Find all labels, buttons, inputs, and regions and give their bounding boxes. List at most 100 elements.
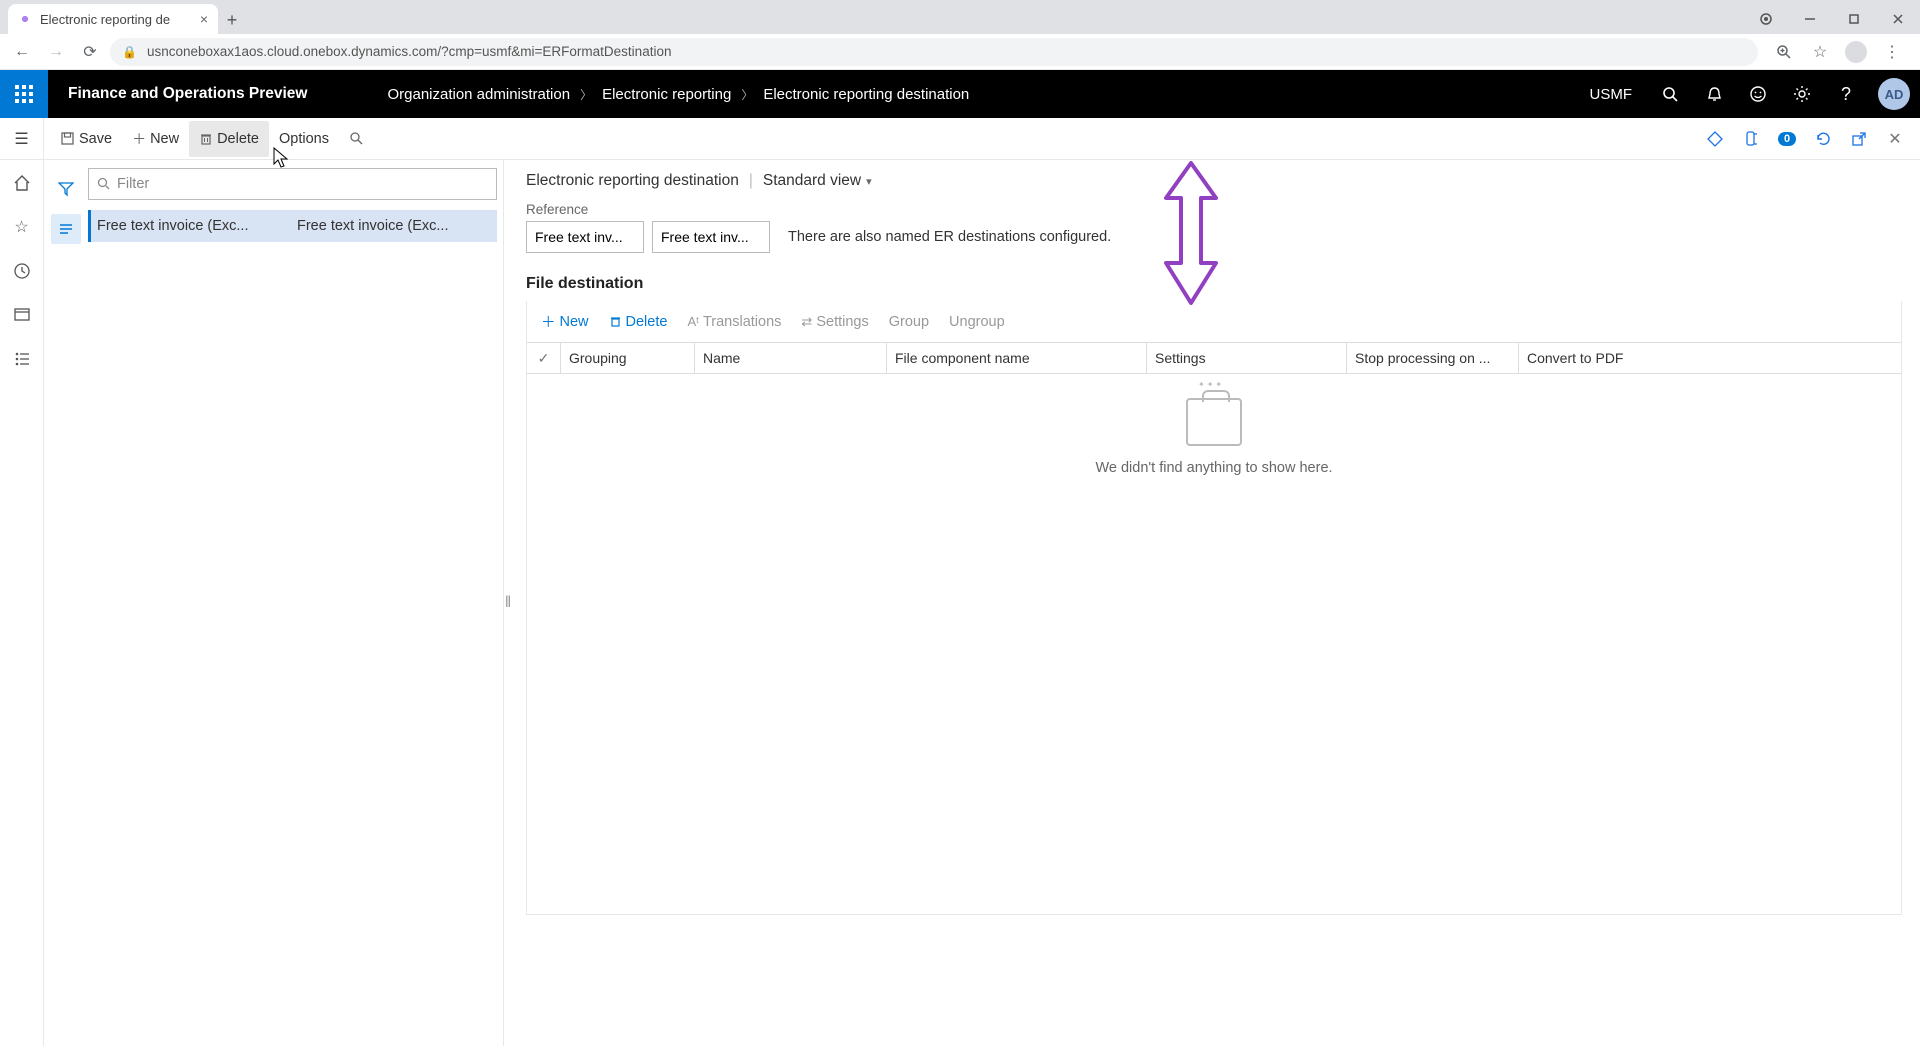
url-field[interactable]: 🔒 usnconeboxax1aos.cloud.onebox.dynamics… xyxy=(110,38,1758,66)
grid-settings-label: Settings xyxy=(816,314,868,330)
recent-icon[interactable] xyxy=(9,258,35,284)
breadcrumbs: Organization administration 〉 Electronic… xyxy=(327,86,969,103)
related-documents-icon[interactable] xyxy=(1698,122,1732,156)
grid-translations-label: Translations xyxy=(703,314,781,330)
col-stop[interactable]: Stop processing on ... xyxy=(1347,343,1519,373)
breadcrumb-item[interactable]: Electronic reporting xyxy=(602,86,731,103)
breadcrumb-item[interactable]: Organization administration xyxy=(387,86,570,103)
view-selector[interactable]: Standard view ▾ xyxy=(763,172,872,190)
grid-ungroup-label: Ungroup xyxy=(949,314,1005,330)
filter-input[interactable]: Filter xyxy=(88,168,497,200)
options-button[interactable]: Options xyxy=(269,121,339,157)
grid-ungroup-button[interactable]: Ungroup xyxy=(941,307,1013,336)
user-avatar[interactable]: AD xyxy=(1878,78,1910,110)
plus-icon: ＋ xyxy=(541,311,556,332)
company-picker[interactable]: USMF xyxy=(1574,86,1649,103)
filter-toggle-button[interactable] xyxy=(51,174,81,204)
profile-icon[interactable] xyxy=(1842,38,1870,66)
close-window-icon[interactable] xyxy=(1876,4,1920,34)
grid-settings-button[interactable]: ⇄ Settings xyxy=(793,307,876,336)
grid-new-button[interactable]: ＋ New xyxy=(533,307,597,336)
save-button[interactable]: Save xyxy=(50,121,122,157)
reload-button[interactable]: ⟳ xyxy=(76,38,104,66)
list-pane: Filter Free text invoice (Exc... Free te… xyxy=(44,160,504,1046)
col-settings[interactable]: Settings xyxy=(1147,343,1347,373)
lock-icon: 🔒 xyxy=(122,45,137,59)
list-toggle-button[interactable] xyxy=(51,214,81,244)
grid-new-label: New xyxy=(560,314,589,330)
back-button[interactable]: ← xyxy=(8,38,36,66)
refresh-icon[interactable] xyxy=(1806,122,1840,156)
title-separator: | xyxy=(749,172,753,190)
col-file-component[interactable]: File component name xyxy=(887,343,1147,373)
waffle-icon xyxy=(15,85,33,103)
browser-tab[interactable]: Electronic reporting de × xyxy=(8,4,218,34)
list-cell-1: Free text invoice (Exc... xyxy=(97,218,297,234)
bell-icon[interactable] xyxy=(1692,70,1736,118)
reference-message: There are also named ER destinations con… xyxy=(788,229,1111,245)
tab-favicon xyxy=(18,12,32,26)
view-name-label: Standard view xyxy=(763,172,861,190)
search-icon[interactable] xyxy=(1648,70,1692,118)
smiley-icon[interactable] xyxy=(1736,70,1780,118)
options-label: Options xyxy=(279,131,329,147)
left-nav-rail: ☆ xyxy=(0,160,44,1046)
notification-badge-icon[interactable]: 0 xyxy=(1770,122,1804,156)
nav-toggle-button[interactable]: ☰ xyxy=(0,118,44,160)
menu-icon[interactable]: ⋮ xyxy=(1878,38,1906,66)
badge-count: 0 xyxy=(1778,132,1796,146)
save-label: Save xyxy=(79,131,112,147)
tab-close-icon[interactable]: × xyxy=(200,11,208,27)
gear-icon[interactable] xyxy=(1780,70,1824,118)
chevron-down-icon: ▾ xyxy=(866,175,872,188)
maximize-icon[interactable] xyxy=(1832,4,1876,34)
search-action-button[interactable] xyxy=(339,121,374,157)
annotation-arrow xyxy=(1146,160,1236,308)
list-cell-2: Free text invoice (Exc... xyxy=(297,218,497,234)
filter-placeholder: Filter xyxy=(117,176,149,192)
delete-button[interactable]: Delete xyxy=(189,121,269,157)
new-tab-button[interactable]: + xyxy=(218,6,246,34)
forward-button[interactable]: → xyxy=(42,38,70,66)
grid-select-all[interactable]: ✓ xyxy=(527,343,561,373)
url-text: usnconeboxax1aos.cloud.onebox.dynamics.c… xyxy=(147,44,672,59)
zoom-icon[interactable] xyxy=(1770,38,1798,66)
tab-title: Electronic reporting de xyxy=(40,12,170,27)
splitter-handle[interactable]: ‖ xyxy=(504,160,512,1046)
delete-label: Delete xyxy=(217,131,259,147)
list-row[interactable]: Free text invoice (Exc... Free text invo… xyxy=(88,210,497,242)
grid-delete-button[interactable]: Delete xyxy=(601,307,676,336)
waffle-button[interactable] xyxy=(0,70,48,118)
minimize-icon[interactable] xyxy=(1788,4,1832,34)
home-icon[interactable] xyxy=(9,170,35,196)
empty-box-icon xyxy=(1186,398,1242,446)
browser-address-bar: ← → ⟳ 🔒 usnconeboxax1aos.cloud.onebox.dy… xyxy=(0,34,1920,70)
empty-text: We didn't find anything to show here. xyxy=(1095,460,1332,476)
breadcrumb-item[interactable]: Electronic reporting destination xyxy=(763,86,969,103)
grid-group-button[interactable]: Group xyxy=(881,307,937,336)
workspaces-icon[interactable] xyxy=(9,302,35,328)
popout-icon[interactable] xyxy=(1842,122,1876,156)
record-icon[interactable] xyxy=(1744,4,1788,34)
col-pdf[interactable]: Convert to PDF xyxy=(1519,343,1691,373)
reference-group: Reference Free text inv... Free text inv… xyxy=(526,202,1902,253)
modules-icon[interactable] xyxy=(9,346,35,372)
reference-field-2[interactable]: Free text inv... xyxy=(652,221,770,253)
col-grouping[interactable]: Grouping xyxy=(561,343,695,373)
col-name[interactable]: Name xyxy=(695,343,887,373)
chevron-right-icon: 〉 xyxy=(580,86,592,103)
window-controls xyxy=(1744,4,1920,34)
attachment-icon[interactable] xyxy=(1734,122,1768,156)
page-title: Electronic reporting destination xyxy=(526,172,739,190)
app-title: Finance and Operations Preview xyxy=(48,85,327,103)
grid-translations-button[interactable]: Aᵗ Translations xyxy=(679,307,789,336)
help-icon[interactable]: ? xyxy=(1824,70,1868,118)
star-icon[interactable]: ☆ xyxy=(1806,38,1834,66)
new-label: New xyxy=(150,131,179,147)
detail-pane: Electronic reporting destination | Stand… xyxy=(512,160,1920,1046)
close-page-button[interactable]: ✕ xyxy=(1878,122,1912,156)
star-rail-icon[interactable]: ☆ xyxy=(9,214,35,240)
new-button[interactable]: ＋ New xyxy=(122,121,189,157)
file-destination-section: ＋ New Delete Aᵗ Translations ⇄ Settings … xyxy=(526,301,1902,915)
reference-field-1[interactable]: Free text inv... xyxy=(526,221,644,253)
